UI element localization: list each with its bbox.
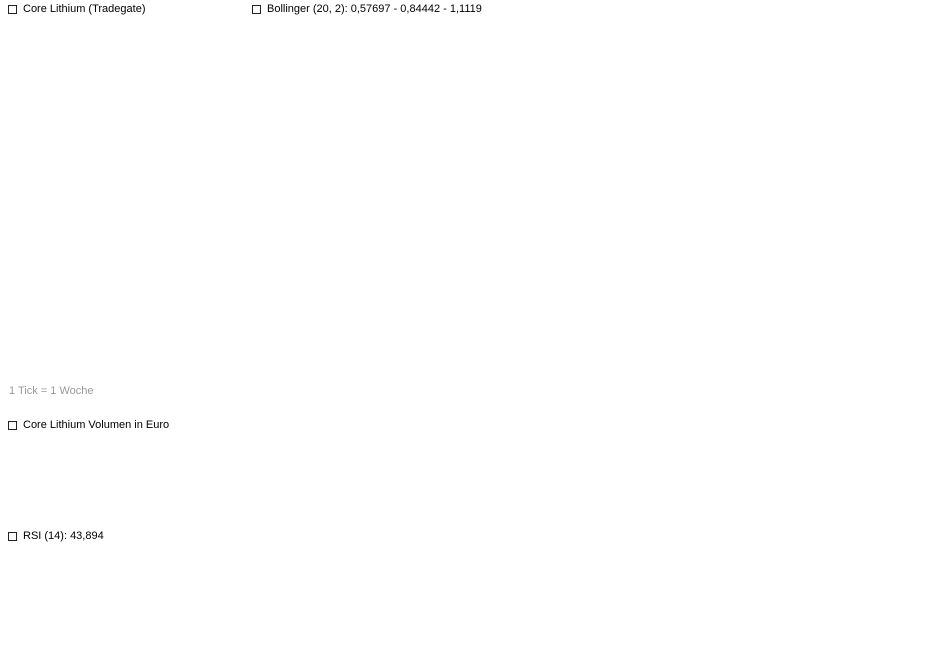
volume-legend-label: Core Lithium Volumen in Euro <box>23 419 170 431</box>
rsi-legend: RSI (14): 43,894 <box>8 530 104 542</box>
rsi-swatch-icon <box>8 531 17 541</box>
bollinger-legend-label: Bollinger (20, 2): 0,57697 - 0,84442 - 1… <box>267 3 482 15</box>
volume-swatch-icon <box>8 420 17 430</box>
tick-note: 1 Tick = 1 Woche <box>9 385 94 397</box>
main-series-legend: Core Lithium (Tradegate) <box>8 3 145 15</box>
volume-legend: Core Lithium Volumen in Euro <box>8 419 169 431</box>
bollinger-swatch-icon <box>252 4 261 14</box>
main-series-swatch-icon <box>8 4 17 14</box>
chart-canvas <box>0 0 940 670</box>
rsi-legend-label: RSI (14): 43,894 <box>23 530 104 542</box>
bollinger-legend: Bollinger (20, 2): 0,57697 - 0,84442 - 1… <box>252 3 482 15</box>
stock-chart-page: Core Lithium (Tradegate) Bollinger (20, … <box>0 0 940 670</box>
main-series-legend-label: Core Lithium (Tradegate) <box>23 3 146 15</box>
